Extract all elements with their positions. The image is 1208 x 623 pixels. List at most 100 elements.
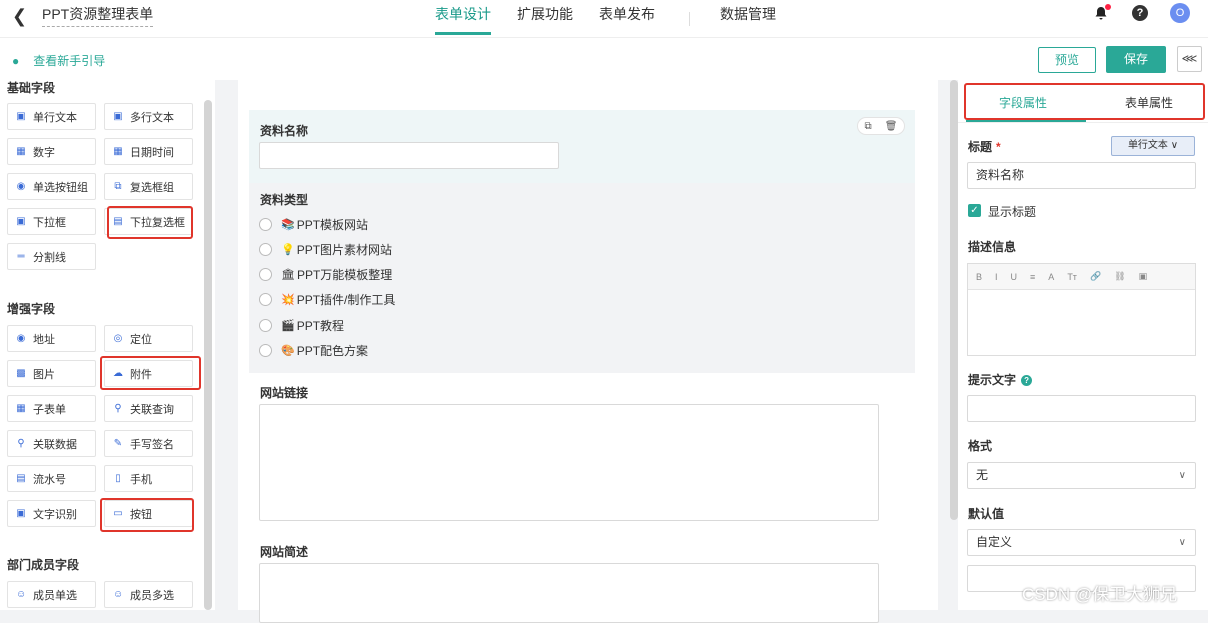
field-multi-line-text[interactable]: ▣ 多行文本 bbox=[104, 103, 193, 130]
field-subform[interactable]: ▦ 子表单 bbox=[7, 395, 96, 422]
watermark: CSDN @保卫大狮兄 bbox=[1022, 585, 1178, 604]
clapper-icon: 🎬 bbox=[281, 320, 295, 332]
user-icon: ☺ bbox=[16, 589, 27, 600]
field-actions: ⧉ 🗑 bbox=[857, 117, 905, 135]
help-icon[interactable]: ? bbox=[1132, 5, 1148, 21]
tab-data-management[interactable]: 数据管理 bbox=[720, 0, 776, 38]
radio-option[interactable]: 🏛 PPT万能模板整理 bbox=[259, 266, 392, 283]
format-select[interactable]: 无 ∨ bbox=[967, 462, 1196, 489]
radio-option[interactable]: 🎨 PPT配色方案 bbox=[259, 342, 368, 359]
field-ocr[interactable]: ▣ 文字识别 bbox=[7, 500, 96, 527]
highlight-box bbox=[107, 206, 193, 239]
field-image[interactable]: ▩ 图片 bbox=[7, 360, 96, 387]
radio-circle[interactable] bbox=[259, 268, 272, 281]
link-textarea[interactable] bbox=[259, 404, 879, 521]
desc-textarea[interactable] bbox=[259, 563, 879, 623]
left-scrollbar[interactable] bbox=[204, 100, 212, 610]
radio-circle[interactable] bbox=[259, 218, 272, 231]
tab-form-design[interactable]: 表单设计 bbox=[435, 0, 491, 38]
lightbulb-icon: ● bbox=[12, 53, 20, 68]
guide-link[interactable]: ● 查看新手引导 bbox=[12, 52, 105, 69]
calendar-icon: ▦ bbox=[113, 146, 123, 157]
canvas-scroll-thumb[interactable] bbox=[950, 80, 958, 520]
radio-circle[interactable] bbox=[259, 344, 272, 357]
field-geolocation[interactable]: ◎ 定位 bbox=[104, 325, 193, 352]
help-circle-icon[interactable]: ? bbox=[1021, 375, 1033, 387]
name-input[interactable] bbox=[259, 142, 559, 169]
tab-extensions[interactable]: 扩展功能 bbox=[517, 0, 573, 38]
action-bar: ● 查看新手引导 预览 保存 ⋘ bbox=[0, 38, 1208, 80]
field-signature[interactable]: ✎ 手写签名 bbox=[104, 430, 193, 457]
field-number[interactable]: ▦ 数字 bbox=[7, 138, 96, 165]
rich-text-editor[interactable]: B I U ≡ A Tт 🔗 ⛓ ▣ bbox=[967, 263, 1196, 356]
section-title-basic: 基础字段 bbox=[7, 81, 56, 95]
field-address[interactable]: ◉ 地址 bbox=[7, 325, 96, 352]
checkbox-icon: ⧉ bbox=[114, 181, 122, 192]
default-label: 默认值 bbox=[968, 507, 1005, 521]
section-title-members: 部门成员字段 bbox=[7, 558, 80, 572]
field-radio-group[interactable]: ◉ 单选按钮组 bbox=[7, 173, 96, 200]
field-member-single[interactable]: ☺ 成员单选 bbox=[7, 581, 96, 608]
trash-icon[interactable]: 🗑 bbox=[885, 121, 898, 132]
title-label: 标题 * bbox=[968, 140, 1001, 154]
font-size-icon[interactable]: Tт bbox=[1067, 272, 1077, 282]
radio-option[interactable]: 💥 PPT插件/制作工具 bbox=[259, 291, 395, 308]
copy-icon[interactable]: ⧉ bbox=[865, 121, 872, 132]
font-color-icon[interactable]: A bbox=[1048, 272, 1054, 282]
desc-label: 描述信息 bbox=[968, 240, 1017, 254]
radio-circle[interactable] bbox=[259, 293, 272, 306]
italic-icon[interactable]: I bbox=[995, 272, 998, 282]
field-palette: 基础字段 ▣ 单行文本 ▣ 多行文本 ▦ 数字 ▦ 日期时间 ◉ 单选按钮组 ⧉ 复选框组 … bbox=[0, 80, 215, 610]
field-type-dropdown[interactable]: 单行文本 ∨ bbox=[1111, 136, 1195, 156]
form-canvas: ⧉ 🗑 资料名称 资料类型 📚 PPT模板网站 💡 PPT图片素材网站 🏛 PPT万能… bbox=[238, 80, 938, 623]
underline-icon[interactable]: U bbox=[1011, 272, 1018, 282]
radio-option[interactable]: 💡 PPT图片素材网站 bbox=[259, 241, 392, 258]
collision-icon: 💥 bbox=[281, 294, 295, 306]
radio-circle[interactable] bbox=[259, 243, 272, 256]
field-linked-query[interactable]: ⚲ 关联查询 bbox=[104, 395, 193, 422]
dropdown-icon: ▣ bbox=[16, 216, 26, 227]
field-single-line-text[interactable]: ▣ 单行文本 bbox=[7, 103, 96, 130]
back-icon[interactable]: ❮ bbox=[12, 6, 27, 27]
serial-icon: ▤ bbox=[16, 473, 26, 484]
field-datetime[interactable]: ▦ 日期时间 bbox=[104, 138, 193, 165]
avatar[interactable]: O bbox=[1170, 3, 1190, 23]
field-checkbox-group[interactable]: ⧉ 复选框组 bbox=[104, 173, 193, 200]
default-select[interactable]: 自定义 ∨ bbox=[967, 529, 1196, 556]
align-icon[interactable]: ≡ bbox=[1030, 272, 1035, 282]
field-divider[interactable]: ═ 分割线 bbox=[7, 243, 96, 270]
link-data-icon: ⚲ bbox=[17, 438, 25, 449]
image-icon: ▩ bbox=[16, 368, 26, 379]
lightbulb-icon: 💡 bbox=[281, 244, 295, 256]
radio-option[interactable]: 🎬 PPT教程 bbox=[259, 317, 344, 334]
field-serial-number[interactable]: ▤ 流水号 bbox=[7, 465, 96, 492]
textarea-icon: ▣ bbox=[113, 111, 123, 122]
radio-option[interactable]: 📚 PPT模板网站 bbox=[259, 216, 368, 233]
guide-label: 查看新手引导 bbox=[33, 54, 106, 68]
bell-icon[interactable] bbox=[1094, 4, 1111, 20]
preview-button[interactable]: 预览 bbox=[1038, 47, 1096, 73]
app-title[interactable]: PPT资源整理表单 bbox=[42, 4, 154, 27]
top-bar: ❮ PPT资源整理表单 表单设计 扩展功能 表单发布 数据管理 ? O bbox=[0, 0, 1208, 38]
field-dropdown[interactable]: ▣ 下拉框 bbox=[7, 208, 96, 235]
link-icon[interactable]: 🔗 bbox=[1090, 271, 1101, 282]
bold-icon[interactable]: B bbox=[976, 272, 982, 282]
users-icon: ☺ bbox=[113, 589, 124, 600]
save-button[interactable]: 保存 bbox=[1106, 46, 1166, 73]
unlink-icon[interactable]: ⛓ bbox=[1114, 271, 1125, 282]
field-linked-data[interactable]: ⚲ 关联数据 bbox=[7, 430, 96, 457]
properties-panel: 字段属性 表单属性 标题 * 单行文本 ∨ 资料名称 ✓ 显示标题 描述信息 B … bbox=[958, 80, 1208, 610]
radio-circle[interactable] bbox=[259, 319, 272, 332]
image-icon[interactable]: ▣ bbox=[1139, 271, 1148, 282]
hint-input[interactable] bbox=[967, 395, 1196, 422]
pen-icon: ✎ bbox=[113, 438, 123, 449]
share-icon[interactable]: ⋘ bbox=[1177, 46, 1202, 72]
show-title-checkbox[interactable]: ✓ bbox=[968, 204, 981, 217]
title-input[interactable]: 资料名称 bbox=[967, 162, 1196, 189]
chevron-down-icon: ∨ bbox=[1178, 537, 1186, 548]
tab-publish[interactable]: 表单发布 bbox=[599, 0, 655, 38]
field-label-name: 资料名称 bbox=[260, 124, 309, 138]
field-member-multi[interactable]: ☺ 成员多选 bbox=[104, 581, 193, 608]
notification-dot bbox=[1105, 4, 1111, 10]
field-phone[interactable]: ▯ 手机 bbox=[104, 465, 193, 492]
